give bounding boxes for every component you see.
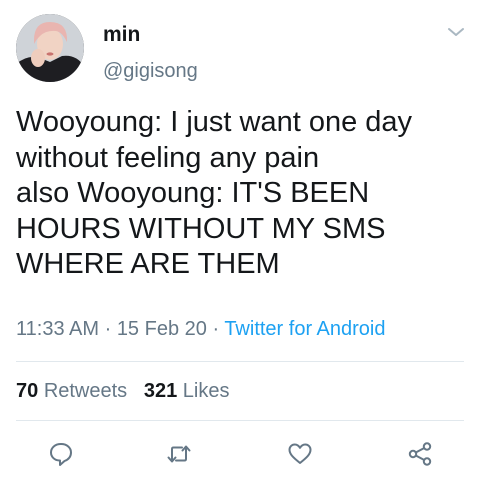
tweet-source-link[interactable]: Twitter for Android: [224, 318, 385, 340]
reply-icon[interactable]: [48, 441, 74, 467]
chevron-down-icon[interactable]: [446, 24, 466, 40]
user-handle[interactable]: @gigisong: [103, 60, 198, 83]
divider: [16, 420, 464, 421]
meta-separator: ·: [206, 318, 225, 340]
retweet-icon[interactable]: [166, 441, 192, 467]
share-icon[interactable]: [407, 441, 433, 467]
retweets-label: Retweets: [43, 380, 128, 402]
avatar[interactable]: [16, 14, 84, 82]
likes-stat[interactable]: 321 Likes: [144, 380, 230, 402]
divider: [16, 361, 464, 362]
heart-icon[interactable]: [287, 441, 313, 467]
tweet: min @gigisong Wooyoung: I just want one …: [0, 0, 480, 487]
tweet-date: 15 Feb 20: [116, 318, 207, 340]
likes-count: 321: [143, 380, 178, 402]
display-name[interactable]: min: [103, 23, 140, 47]
retweets-count: 70: [16, 380, 39, 402]
tweet-meta: 11:33 AM · 15 Feb 20 · Twitter for Andro…: [16, 318, 386, 341]
tweet-stats: 70 Retweets 321 Likes: [16, 380, 230, 403]
meta-separator: ·: [99, 318, 117, 340]
tweet-time: 11:33 AM: [16, 318, 100, 340]
tweet-text: Wooyoung: I just want one day without fe…: [16, 106, 413, 280]
retweets-stat[interactable]: 70 Retweets: [16, 380, 127, 402]
likes-label: Likes: [182, 380, 230, 402]
